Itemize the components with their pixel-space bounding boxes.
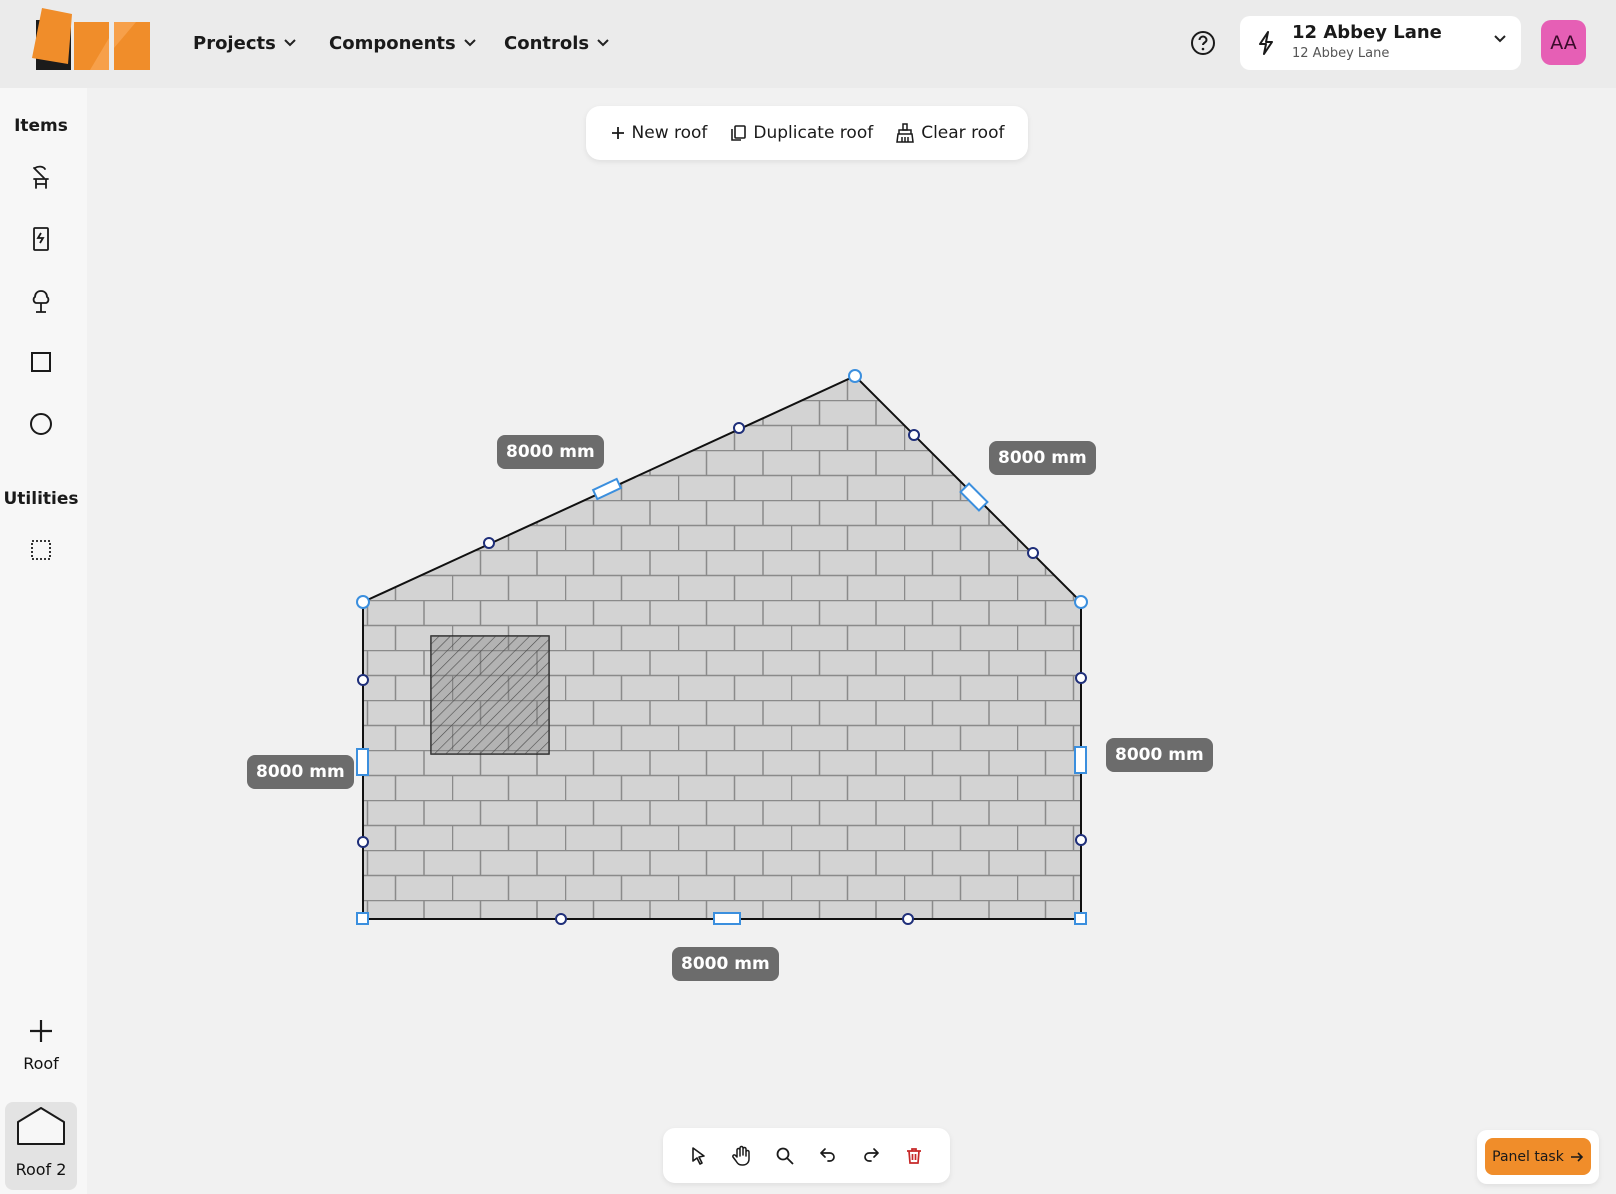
- arrow-right-icon: [1570, 1151, 1583, 1162]
- left-slope-dimension: 8000 mm: [497, 435, 604, 469]
- right-wall-dimension: 8000 mm: [1106, 738, 1213, 772]
- select-icon[interactable]: [686, 1143, 712, 1169]
- hand-icon[interactable]: [729, 1143, 755, 1169]
- undo-icon[interactable]: [815, 1143, 841, 1169]
- zoom-icon[interactable]: [772, 1143, 798, 1169]
- redo-icon[interactable]: [858, 1143, 884, 1169]
- panel-task-button[interactable]: Panel task: [1485, 1138, 1591, 1175]
- left-wall-dimension: 8000 mm: [247, 755, 354, 789]
- delete-icon[interactable]: [901, 1143, 927, 1169]
- bottom-dimension: 8000 mm: [672, 947, 779, 981]
- right-slope-dimension: 8000 mm: [989, 441, 1096, 475]
- bottom-toolbar: [663, 1128, 950, 1183]
- panel-task-label: Panel task: [1492, 1148, 1564, 1165]
- roof-canvas[interactable]: [0, 0, 1616, 1194]
- panel-task-container: Panel task: [1477, 1130, 1599, 1184]
- window-shade: [431, 636, 549, 754]
